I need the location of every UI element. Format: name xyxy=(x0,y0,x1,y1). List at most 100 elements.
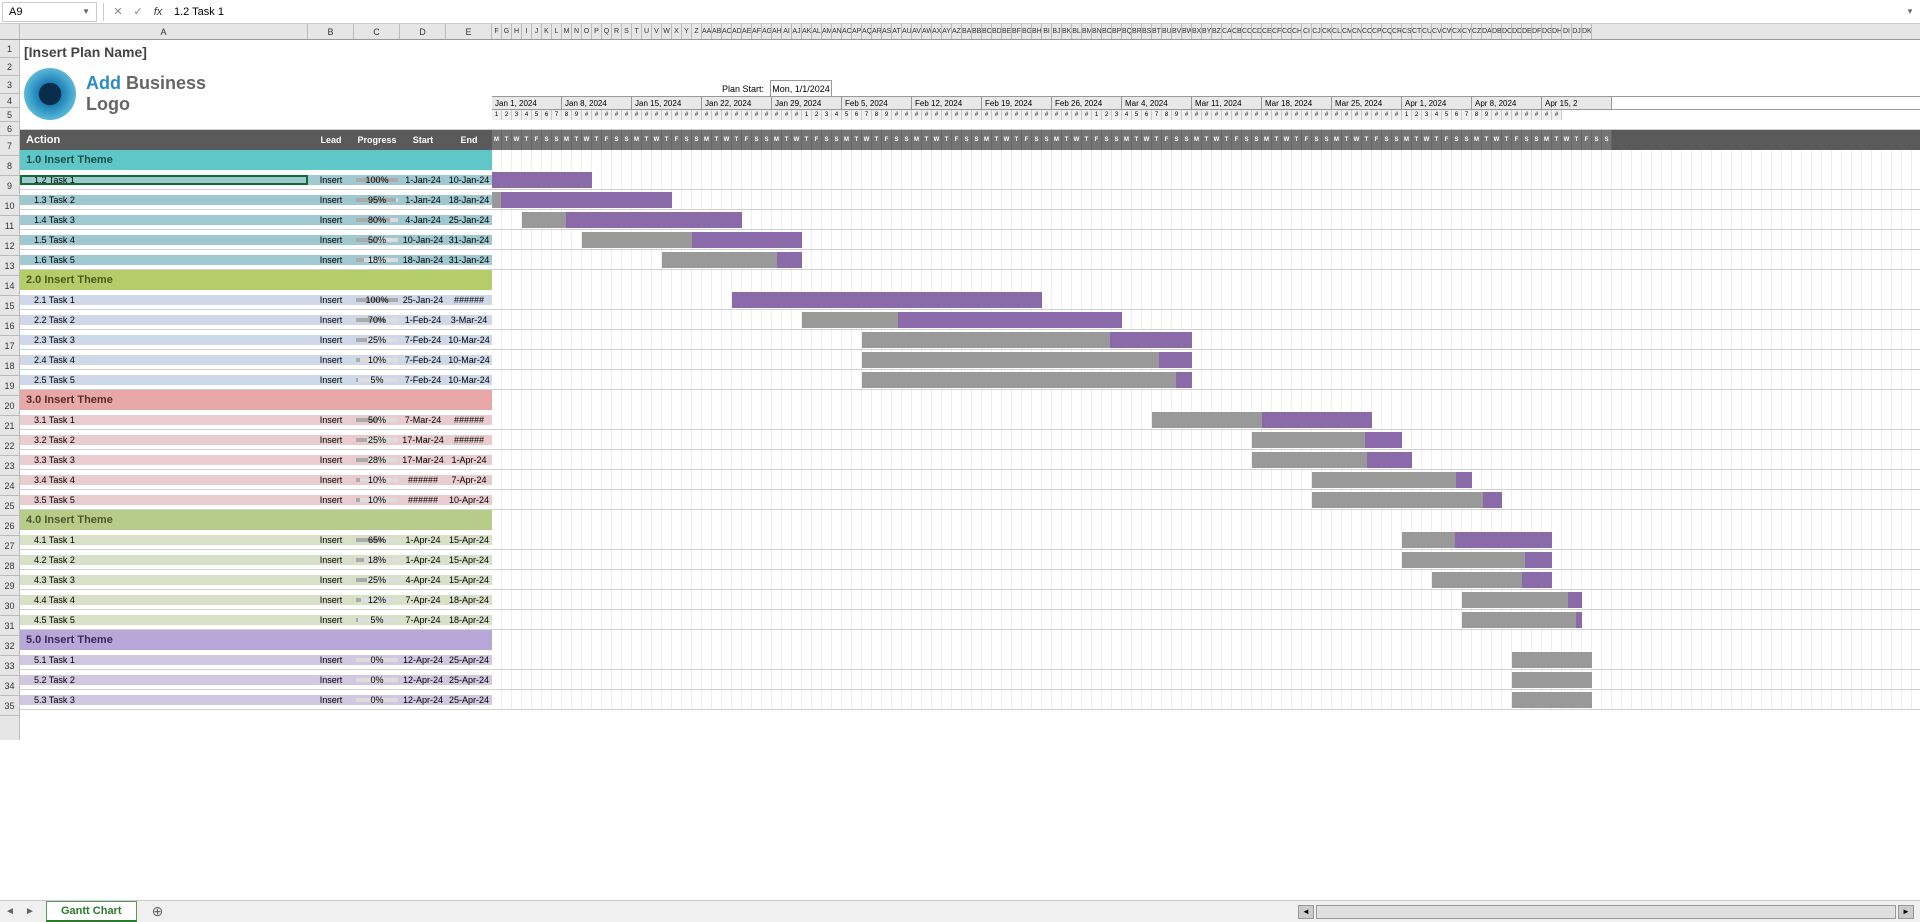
task-lead[interactable]: Insert xyxy=(308,255,354,265)
col-header[interactable]: CE xyxy=(1262,24,1272,39)
col-header[interactable]: O xyxy=(582,24,592,39)
col-header[interactable]: A xyxy=(20,24,308,39)
tab-gantt-chart[interactable]: Gantt Chart xyxy=(46,901,137,922)
theme-row[interactable]: 3.0 Insert Theme xyxy=(20,390,492,410)
task-start[interactable]: 7-Feb-24 xyxy=(400,355,446,365)
logo-text[interactable]: Add Business Logo xyxy=(86,73,206,115)
task-lead[interactable]: Insert xyxy=(308,555,354,565)
task-progress[interactable]: 70% xyxy=(354,315,400,325)
col-header[interactable]: AL xyxy=(812,24,822,39)
task-start[interactable]: 1-Jan-24 xyxy=(400,195,446,205)
task-lead[interactable]: Insert xyxy=(308,455,354,465)
task-start[interactable]: 12-Apr-24 xyxy=(400,675,446,685)
task-end[interactable]: 1-Apr-24 xyxy=(446,455,492,465)
task-start[interactable]: 17-Mar-24 xyxy=(400,455,446,465)
task-row[interactable]: 5.1 Task 1 Insert 0% 12-Apr-24 25-Apr-24 xyxy=(20,650,1920,670)
col-header[interactable]: BV xyxy=(1172,24,1182,39)
col-header[interactable]: BX xyxy=(1192,24,1202,39)
name-box[interactable]: A9 ▼ xyxy=(2,2,97,22)
task-progress[interactable]: 5% xyxy=(354,375,400,385)
row-header[interactable]: 35 xyxy=(0,696,19,716)
task-progress[interactable]: 10% xyxy=(354,475,400,485)
task-lead[interactable]: Insert xyxy=(308,315,354,325)
theme-row[interactable]: 5.0 Insert Theme xyxy=(20,630,492,650)
col-header[interactable]: CJ xyxy=(1312,24,1322,39)
task-start[interactable]: 4-Jan-24 xyxy=(400,215,446,225)
task-start[interactable]: 7-Apr-24 xyxy=(400,595,446,605)
task-end[interactable]: 7-Apr-24 xyxy=(446,475,492,485)
col-header[interactable]: J xyxy=(532,24,542,39)
task-start[interactable]: 7-Apr-24 xyxy=(400,615,446,625)
task-end[interactable]: 3-Mar-24 xyxy=(446,315,492,325)
col-header[interactable]: W xyxy=(662,24,672,39)
task-name[interactable]: 2.3 Task 3 xyxy=(20,335,308,345)
task-name[interactable]: 4.3 Task 3 xyxy=(20,575,308,585)
col-header[interactable]: CT xyxy=(1412,24,1422,39)
col-header[interactable]: CH xyxy=(1292,24,1302,39)
row-header[interactable]: 2 xyxy=(0,58,19,76)
col-header[interactable]: BW xyxy=(1182,24,1192,39)
task-progress[interactable]: 100% xyxy=(354,175,400,185)
row-header[interactable]: 23 xyxy=(0,456,19,476)
row-header[interactable]: 7 xyxy=(0,136,19,156)
col-header[interactable]: DH xyxy=(1552,24,1562,39)
row-header[interactable]: 17 xyxy=(0,336,19,356)
col-header[interactable]: AC xyxy=(722,24,732,39)
task-lead[interactable]: Insert xyxy=(308,375,354,385)
col-header[interactable]: CO xyxy=(1362,24,1372,39)
row-header[interactable]: 34 xyxy=(0,676,19,696)
task-name[interactable]: 4.5 Task 5 xyxy=(20,615,308,625)
task-progress[interactable]: 25% xyxy=(354,575,400,585)
task-row[interactable]: 4.5 Task 5 Insert 5% 7-Apr-24 18-Apr-24 xyxy=(20,610,1920,630)
col-header[interactable]: AT xyxy=(892,24,902,39)
task-start[interactable]: ###### xyxy=(400,475,446,485)
task-name[interactable]: 1.2 Task 1 xyxy=(20,175,308,185)
task-row[interactable]: 2.1 Task 1 Insert 100% 25-Jan-24 ###### xyxy=(20,290,1920,310)
col-header[interactable]: BT xyxy=(1152,24,1162,39)
col-header[interactable]: BP xyxy=(1112,24,1122,39)
col-header[interactable]: U xyxy=(642,24,652,39)
col-header[interactable]: CP xyxy=(1372,24,1382,39)
theme-row[interactable]: 2.0 Insert Theme xyxy=(20,270,492,290)
theme-row[interactable]: 4.0 Insert Theme xyxy=(20,510,492,530)
col-header[interactable]: DJ xyxy=(1572,24,1582,39)
col-header[interactable]: BI xyxy=(1042,24,1052,39)
col-header[interactable]: DF xyxy=(1532,24,1542,39)
task-row[interactable]: 3.3 Task 3 Insert 28% 17-Mar-24 1-Apr-24 xyxy=(20,450,1920,470)
task-start[interactable]: 10-Jan-24 xyxy=(400,235,446,245)
task-end[interactable]: 25-Apr-24 xyxy=(446,675,492,685)
task-start[interactable]: 1-Feb-24 xyxy=(400,315,446,325)
theme-row[interactable]: 1.0 Insert Theme xyxy=(20,150,492,170)
task-row[interactable]: 5.2 Task 2 Insert 0% 12-Apr-24 25-Apr-24 xyxy=(20,670,1920,690)
col-header[interactable]: AP xyxy=(852,24,862,39)
scroll-track[interactable] xyxy=(1316,905,1896,919)
row-header[interactable]: 26 xyxy=(0,516,19,536)
task-lead[interactable]: Insert xyxy=(308,475,354,485)
task-progress[interactable]: 25% xyxy=(354,435,400,445)
task-name[interactable]: 4.4 Task 4 xyxy=(20,595,308,605)
row-header[interactable]: 20 xyxy=(0,396,19,416)
tab-nav-prev[interactable]: ◄ xyxy=(0,906,20,917)
col-header[interactable]: CG xyxy=(1282,24,1292,39)
row-header[interactable]: 28 xyxy=(0,556,19,576)
task-name[interactable]: 2.1 Task 1 xyxy=(20,295,308,305)
task-progress[interactable]: 28% xyxy=(354,455,400,465)
task-start[interactable]: 17-Mar-24 xyxy=(400,435,446,445)
col-header[interactable]: BE xyxy=(1002,24,1012,39)
task-end[interactable]: 10-Mar-24 xyxy=(446,375,492,385)
row-header[interactable]: 33 xyxy=(0,656,19,676)
task-row[interactable]: 1.6 Task 5 Insert 18% 18-Jan-24 31-Jan-2… xyxy=(20,250,1920,270)
task-end[interactable]: ###### xyxy=(446,295,492,305)
task-name[interactable]: 5.1 Task 1 xyxy=(20,655,308,665)
task-end[interactable]: 25-Apr-24 xyxy=(446,695,492,705)
task-progress[interactable]: 95% xyxy=(354,195,400,205)
scroll-right-button[interactable]: ► xyxy=(1898,905,1914,919)
task-progress[interactable]: 0% xyxy=(354,695,400,705)
task-name[interactable]: 3.2 Task 2 xyxy=(20,435,308,445)
task-end[interactable]: 31-Jan-24 xyxy=(446,235,492,245)
task-lead[interactable]: Insert xyxy=(308,175,354,185)
task-row[interactable]: 4.1 Task 1 Insert 65% 1-Apr-24 15-Apr-24 xyxy=(20,530,1920,550)
task-lead[interactable]: Insert xyxy=(308,335,354,345)
add-sheet-button[interactable]: ⊕ xyxy=(147,901,169,922)
row-header[interactable]: 24 xyxy=(0,476,19,496)
